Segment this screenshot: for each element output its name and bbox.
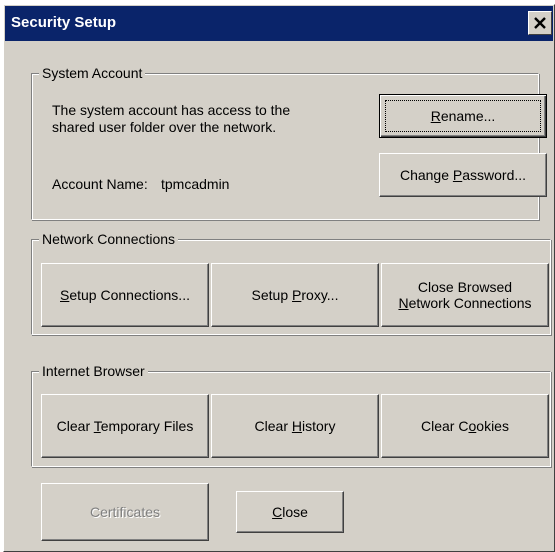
close-button[interactable]: Close [236,491,344,533]
clear-history-button[interactable]: Clear History [211,394,379,458]
account-name-value: tpmcadmin [161,176,230,192]
title-bar[interactable]: Security Setup [5,6,553,41]
network-connections-legend: Network Connections [39,231,179,247]
rename-button[interactable]: Rename... [379,94,547,138]
close-icon [534,17,546,29]
clear-temporary-files-button[interactable]: Clear Temporary Files [41,394,209,458]
internet-browser-legend: Internet Browser [39,363,148,379]
window-title: Security Setup [11,14,117,31]
description-line-2: shared user folder over the network. [52,119,277,135]
clear-cookies-button[interactable]: Clear Cookies [381,394,549,458]
change-password-button[interactable]: Change Password... [379,153,547,197]
close-browsed-connections-button[interactable]: Close Browsed Network Connections [381,263,549,327]
setup-connections-button[interactable]: Setup Connections... [41,263,209,327]
certificates-button[interactable]: Certificates [41,483,209,541]
system-account-legend: System Account [39,65,146,81]
setup-proxy-button[interactable]: Setup Proxy... [211,263,379,327]
close-window-button[interactable] [528,11,552,35]
description-line-1: The system account has access to the [52,102,291,118]
account-name-label: Account Name: [52,176,148,192]
security-setup-dialog: Security Setup System Account The system… [3,4,555,552]
